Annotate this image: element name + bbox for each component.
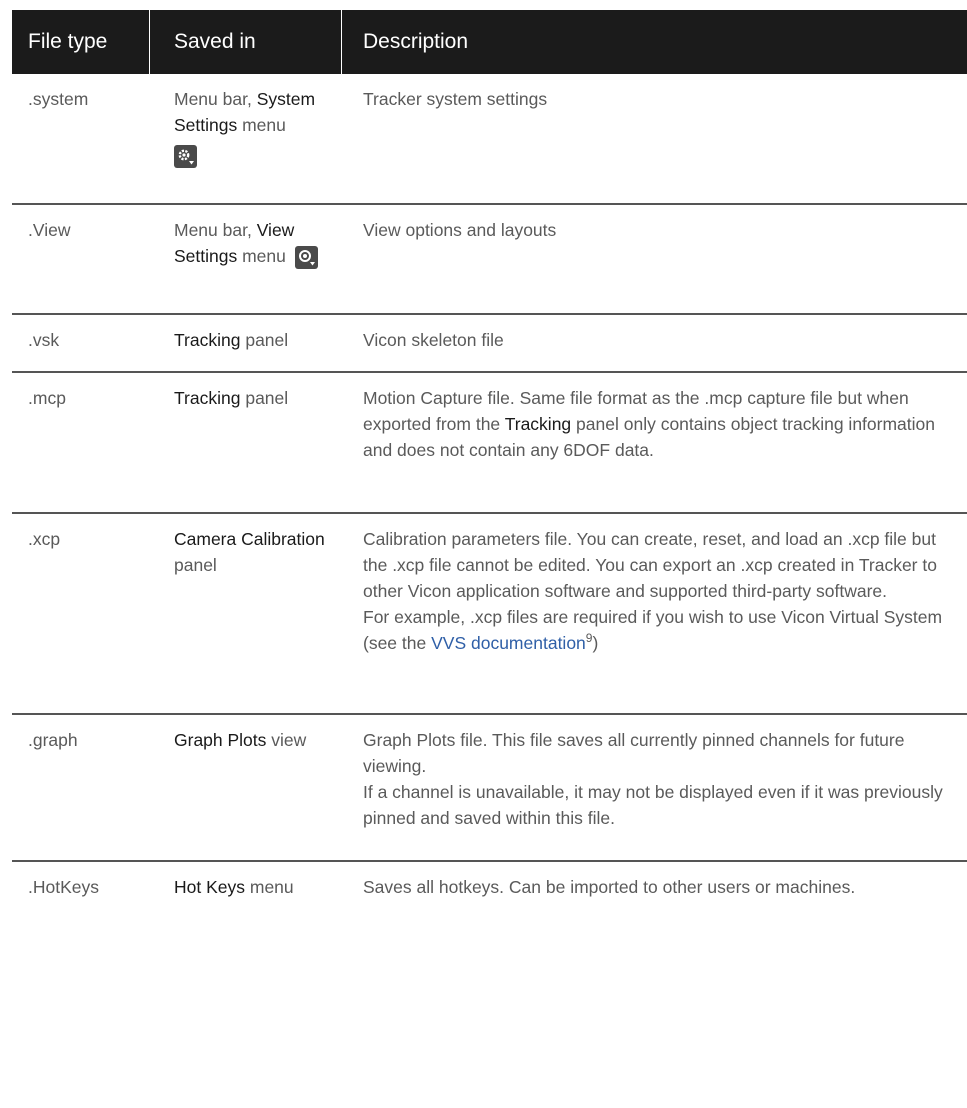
description-cell: Motion Capture file. Same file format as…: [341, 373, 967, 512]
table-row: .vsk Tracking panel Vicon skeleton file: [12, 315, 967, 373]
description-cell: Tracker system settings: [363, 89, 548, 109]
vvs-documentation-link[interactable]: VVS documentation: [431, 633, 586, 653]
saved-in-location: Graph Plots: [174, 730, 267, 750]
description-emphasis: Tracking: [504, 414, 572, 434]
table-row: .View Menu bar, View Settings menu View …: [12, 205, 967, 315]
saved-in-cell: Graph Plots view: [149, 715, 341, 860]
table-row: .system Menu bar, System Settings menu T…: [12, 74, 967, 205]
description-cell: Graph Plots file. This file saves all cu…: [341, 715, 967, 860]
table-row: .graph Graph Plots view Graph Plots file…: [12, 715, 967, 862]
saved-in-location: Tracking: [174, 330, 241, 350]
saved-in-suffix: view: [271, 730, 307, 750]
saved-in-suffix: panel: [245, 330, 289, 350]
saved-in-suffix: menu: [249, 877, 294, 897]
description-cell: Saves all hotkeys. Can be imported to ot…: [363, 877, 856, 897]
saved-in-suffix: panel: [245, 388, 289, 408]
file-type-cell: .vsk: [28, 330, 60, 350]
saved-in-cell: Camera Calibration panel: [149, 514, 341, 713]
saved-in-suffix: menu: [242, 246, 286, 266]
description-cell: Vicon skeleton file: [363, 330, 504, 350]
file-types-table: File type Saved in Description .system M…: [12, 10, 967, 952]
saved-in-prefix: Menu bar,: [174, 220, 252, 240]
file-type-cell: .xcp: [28, 529, 61, 549]
saved-in-suffix: panel: [174, 555, 217, 575]
header-description: Description: [341, 10, 967, 74]
saved-in-suffix: menu: [242, 115, 286, 135]
saved-in-cell: Tracking panel: [149, 373, 341, 512]
saved-in-cell: Menu bar, View Settings menu: [149, 205, 341, 313]
gear-dropdown-icon[interactable]: [174, 144, 197, 168]
description-cell: View options and layouts: [363, 220, 557, 240]
saved-in-location: Hot Keys: [174, 877, 245, 897]
table-row: .xcp Camera Calibration panel Calibratio…: [12, 514, 967, 715]
saved-in-cell: Hot Keys menu: [149, 862, 341, 952]
saved-in-cell: Menu bar, System Settings menu: [149, 74, 341, 203]
description-paragraph: If a channel is unavailable, it may not …: [363, 782, 943, 828]
description-cell: Calibration parameters file. You can cre…: [341, 514, 967, 713]
header-saved-in: Saved in: [149, 10, 341, 74]
file-type-cell: .graph: [28, 730, 78, 750]
header-file-type: File type: [28, 30, 108, 53]
saved-in-prefix: Menu bar,: [174, 89, 252, 109]
table-row: .mcp Tracking panel Motion Capture file.…: [12, 373, 967, 514]
file-type-cell: .system: [28, 89, 89, 109]
saved-in-cell: Tracking panel: [149, 315, 341, 371]
description-text: ): [592, 633, 599, 653]
file-type-cell: .HotKeys: [28, 877, 99, 897]
table-header: File type Saved in Description: [12, 10, 967, 74]
table-row: .HotKeys Hot Keys menu Saves all hotkeys…: [12, 862, 967, 952]
description-paragraph: Graph Plots file. This file saves all cu…: [363, 730, 905, 776]
saved-in-location: Camera Calibration: [174, 529, 325, 549]
saved-in-location: Tracking: [174, 388, 241, 408]
description-paragraph: For example, .xcp files are required if …: [363, 604, 953, 656]
eye-dropdown-icon[interactable]: [294, 245, 318, 269]
file-type-cell: .View: [28, 220, 71, 240]
file-type-cell: .mcp: [28, 388, 66, 408]
description-paragraph: Calibration parameters file. You can cre…: [363, 529, 937, 601]
